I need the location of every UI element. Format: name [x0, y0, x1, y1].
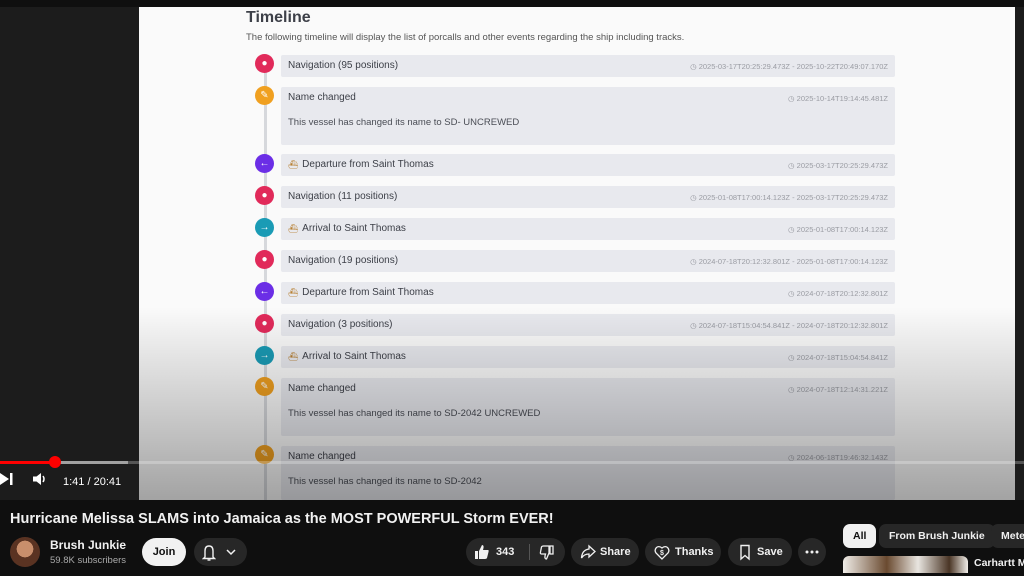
- progress-played: [0, 461, 55, 464]
- arrow-right-icon: →: [255, 346, 274, 365]
- share-label: Share: [600, 546, 631, 558]
- event-label: Departure from Saint Thomas: [302, 159, 434, 170]
- event-time: ◷ 2025-01-08T17:00:14.123Z - 2025-03-17T…: [690, 193, 888, 202]
- event-time: ◷ 2024-07-18T15:04:54.841Z: [788, 353, 888, 362]
- bookmark-icon: [738, 538, 752, 576]
- event-time: ◷ 2025-01-08T17:00:14.123Z: [788, 225, 888, 234]
- like-button[interactable]: 343: [466, 538, 528, 566]
- event-label: Navigation (19 positions): [288, 255, 399, 266]
- video-frame: Timeline The following timeline will dis…: [139, 7, 1015, 500]
- timeline-event: Name changed ◷ 2024-07-18T12:14:31.221Z …: [281, 378, 895, 436]
- video-title: Hurricane Melissa SLAMS into Jamaica as …: [10, 511, 554, 527]
- video-letterbox-right: [1015, 7, 1024, 500]
- share-button[interactable]: Share: [571, 538, 639, 566]
- channel-avatar[interactable]: [10, 537, 40, 567]
- event-time: ◷ 2024-07-18T20:12:32.801Z - 2025-01-08T…: [690, 257, 888, 266]
- timeline-event: Navigation (19 positions) ◷ 2024-07-18T2…: [281, 250, 895, 272]
- event-label: Navigation (95 positions): [288, 60, 399, 71]
- bell-icon: [201, 538, 217, 576]
- timeline-event: ⛴ Arrival to Saint Thomas ◷ 2024-07-18T15…: [281, 346, 895, 368]
- timeline-event: ⛴ Departure from Saint Thomas ◷ 2025-03-1…: [281, 154, 895, 176]
- timeline-event: Navigation (11 positions) ◷ 2025-01-08T1…: [281, 186, 895, 208]
- timeline-event: Navigation (3 positions) ◷ 2024-07-18T15…: [281, 314, 895, 336]
- timeline-title: Timeline: [246, 9, 311, 26]
- chevron-down-icon: [225, 538, 237, 576]
- timeline-event: Name changed ◷ 2024-06-18T19:46:32.143Z …: [281, 446, 895, 500]
- recommended-video-thumbnail[interactable]: [843, 556, 968, 573]
- chip-all[interactable]: All: [843, 524, 877, 548]
- event-time: ◷ 2025-03-17T20:25:29.473Z - 2025-10-22T…: [690, 62, 888, 71]
- dislike-button[interactable]: [530, 538, 565, 566]
- ship-icon: ⛴: [288, 224, 299, 233]
- more-actions-button[interactable]: [798, 538, 826, 566]
- timeline-event: ⛴ Arrival to Saint Thomas ◷ 2025-01-08T17…: [281, 218, 895, 240]
- event-time: ◷ 2024-07-18T15:04:54.841Z - 2024-07-18T…: [690, 321, 888, 330]
- event-time: ◷ 2025-10-14T19:14:45.481Z: [788, 94, 888, 103]
- event-label: Navigation (11 positions): [288, 191, 398, 202]
- svg-text:$: $: [660, 550, 664, 557]
- event-time: ◷ 2024-07-18T20:12:32.801Z: [788, 289, 888, 298]
- timeline-event: ⛴ Departure from Saint Thomas ◷ 2024-07-1…: [281, 282, 895, 304]
- timeline-event: Navigation (95 positions) ◷ 2025-03-17T2…: [281, 55, 895, 77]
- time-display: 1:41 / 20:41: [63, 476, 122, 488]
- ship-icon: ⛴: [288, 160, 299, 169]
- thanks-label: Thanks: [675, 546, 714, 558]
- save-button[interactable]: Save: [728, 538, 792, 566]
- channel-name[interactable]: Brush Junkie: [50, 538, 126, 552]
- thumbs-up-icon: [474, 538, 490, 576]
- arrow-right-icon: →: [255, 218, 274, 237]
- chip-mete[interactable]: Mete: [991, 524, 1024, 548]
- event-body: This vessel has changed its name to SD-2…: [288, 476, 482, 487]
- recommended-video-title[interactable]: Carhartt M: [974, 557, 1024, 569]
- arrow-left-icon: ←: [255, 154, 274, 173]
- event-time: ◷ 2024-07-18T12:14:31.221Z: [788, 385, 888, 394]
- subscriber-count: 59.8K subscribers: [50, 555, 127, 566]
- event-label: Departure from Saint Thomas: [302, 287, 434, 298]
- map-pin-icon: ●: [255, 250, 274, 269]
- ship-icon: ⛴: [288, 352, 299, 361]
- edit-icon: ✎: [255, 86, 274, 105]
- event-time: ◷ 2025-03-17T20:25:29.473Z: [788, 161, 888, 170]
- event-label: Name changed: [288, 383, 356, 394]
- thanks-button[interactable]: $ Thanks: [645, 538, 721, 566]
- map-pin-icon: ●: [255, 314, 274, 333]
- timeline-description: The following timeline will display the …: [246, 32, 685, 43]
- event-label: Name changed: [288, 92, 356, 103]
- progress-scrubber-handle[interactable]: [49, 456, 61, 468]
- chip-from-channel[interactable]: From Brush Junkie: [879, 524, 995, 548]
- more-horizontal-icon: [805, 538, 819, 576]
- volume-icon[interactable]: [32, 472, 48, 489]
- event-label: Arrival to Saint Thomas: [302, 351, 406, 362]
- edit-icon: ✎: [255, 377, 274, 396]
- like-dislike-group: 343: [466, 538, 565, 566]
- video-top-strip: [0, 0, 1024, 7]
- event-label: Arrival to Saint Thomas: [302, 223, 406, 234]
- next-icon[interactable]: [0, 472, 14, 489]
- dollar-heart-icon: $: [654, 538, 670, 576]
- map-pin-icon: ●: [255, 54, 274, 73]
- thumbs-down-icon: [539, 538, 555, 576]
- event-body: This vessel has changed its name to SD- …: [288, 117, 520, 128]
- notifications-button[interactable]: [194, 538, 247, 566]
- progress-bar[interactable]: [0, 456, 1024, 468]
- video-player[interactable]: Timeline The following timeline will dis…: [0, 0, 1024, 500]
- save-label: Save: [757, 546, 783, 558]
- video-letterbox-left: [0, 7, 139, 500]
- timeline-line: [264, 55, 267, 500]
- event-label: Navigation (3 positions): [288, 319, 393, 330]
- timeline-event: Name changed ◷ 2025-10-14T19:14:45.481Z …: [281, 87, 895, 145]
- map-pin-icon: ●: [255, 186, 274, 205]
- like-count: 343: [496, 546, 515, 558]
- share-icon: [580, 538, 596, 576]
- join-button[interactable]: Join: [142, 538, 186, 566]
- event-body: This vessel has changed its name to SD-2…: [288, 408, 541, 419]
- arrow-left-icon: ←: [255, 282, 274, 301]
- ship-icon: ⛴: [288, 288, 299, 297]
